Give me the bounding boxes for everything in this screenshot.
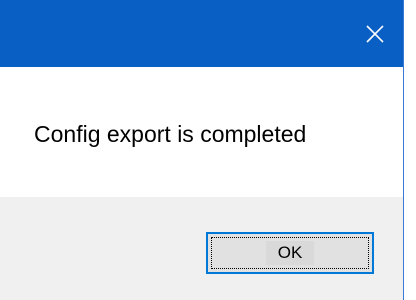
dialog-footer: OK bbox=[0, 197, 403, 300]
dialog-content: Config export is completed bbox=[0, 67, 403, 197]
title-bar[interactable] bbox=[0, 0, 403, 67]
close-button[interactable] bbox=[347, 0, 403, 67]
ok-button[interactable]: OK bbox=[206, 232, 374, 274]
message-dialog: Config export is completed OK bbox=[0, 0, 404, 300]
close-icon bbox=[366, 24, 384, 43]
ok-button-label: OK bbox=[265, 241, 315, 265]
dialog-message: Config export is completed bbox=[34, 121, 307, 147]
